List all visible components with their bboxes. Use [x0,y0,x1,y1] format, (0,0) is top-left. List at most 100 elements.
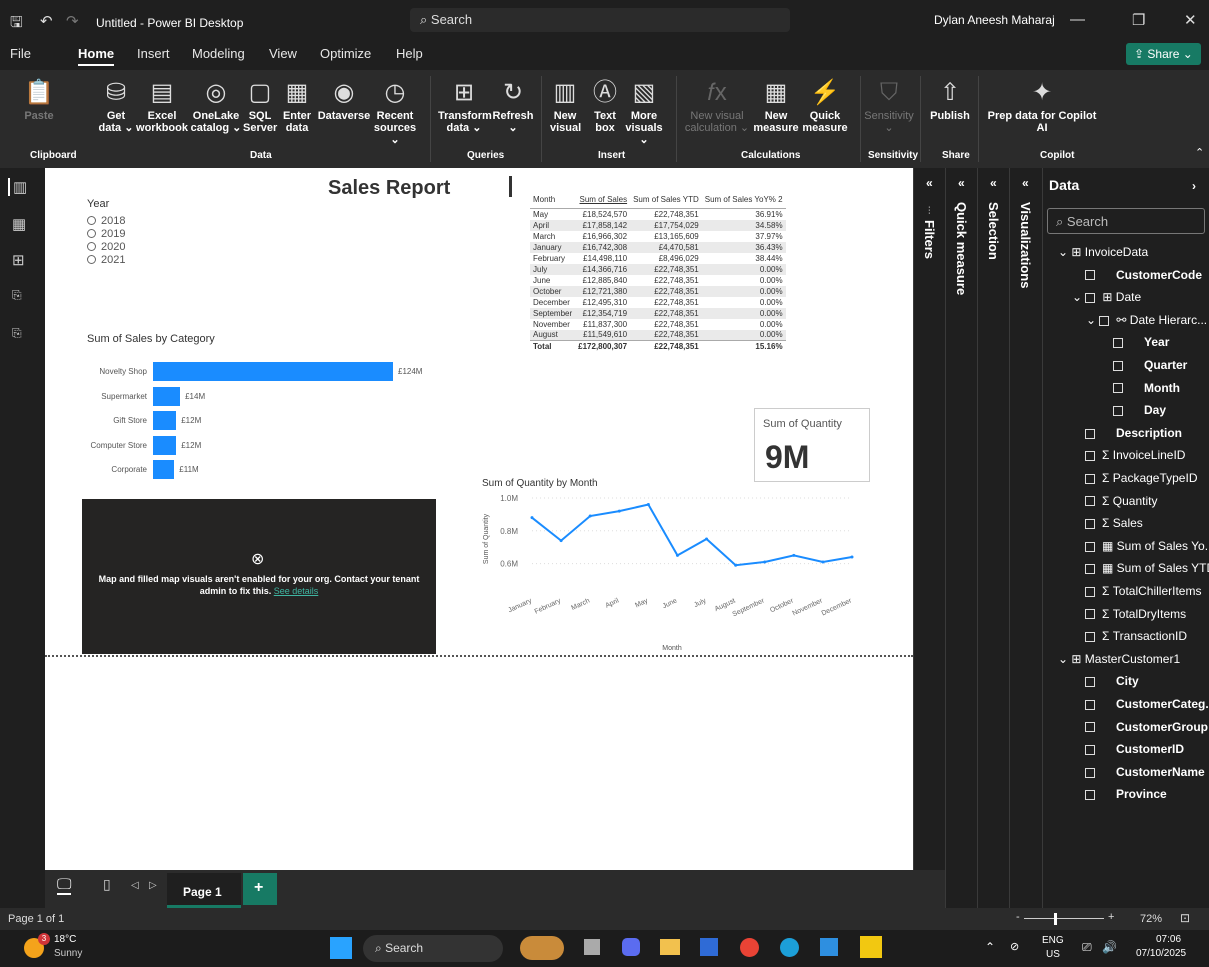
undo-icon[interactable]: ↶ [40,12,53,30]
report-view-icon[interactable]: ▥ [8,178,27,196]
visualizations-pane[interactable]: « Visualizations [1009,168,1042,908]
quick-measure-button[interactable]: ⚡ Quick measure [802,76,848,134]
table-row[interactable]: January £16,742,308 £4,470,581 36.43% [530,241,786,253]
chevron-left-icon[interactable]: « [990,176,997,190]
chevron-right-icon[interactable]: › [1192,179,1196,193]
field-item[interactable]: Σ TotalDryItems [1085,607,1186,621]
table-row[interactable]: September £12,354,719 £22,748,351 0.00% [530,307,786,319]
next-page-icon[interactable]: ▷ [149,880,157,891]
paste-button[interactable]: 📋 Paste [22,76,56,122]
sales-matrix-table[interactable]: Month Sum of Sales Sum of Sales YTD Sum … [530,192,786,352]
chevron-down-icon[interactable]: ⌄ [1086,313,1099,327]
sum-of-quantity-card[interactable]: Sum of Quantity 9M [754,408,870,482]
user-name[interactable]: Dylan Aneesh Maharaj [934,13,1055,27]
data-point[interactable] [705,537,709,541]
selection-pane[interactable]: « Selection [977,168,1009,908]
zoom-slider-thumb[interactable] [1054,913,1057,925]
power-bi-icon[interactable] [860,936,882,958]
quick-measure-label[interactable]: Quick measure [954,202,969,295]
bar[interactable] [153,362,393,381]
sensitivity-button[interactable]: ⛉ Sensitivity ⌄ [864,76,914,134]
field-checkbox[interactable] [1113,406,1123,417]
new-visual-calculation-button[interactable]: 𝑓x New visual calculation ⌄ [684,76,750,134]
zoom-in-icon[interactable]: + [1108,911,1114,923]
close-icon[interactable]: ✕ [1184,11,1197,29]
field-item[interactable]: CustomerName [1085,765,1205,779]
field-item[interactable]: ⌄ ⊞ InvoiceData [1058,245,1148,259]
bar[interactable] [153,386,181,406]
tray-chevron-icon[interactable]: ⌃ [985,940,995,954]
minimize-icon[interactable]: — [1070,11,1085,28]
field-checkbox[interactable] [1085,745,1095,756]
field-item[interactable]: Day [1113,403,1166,417]
field-checkbox[interactable] [1113,360,1123,371]
data-point[interactable] [763,560,767,564]
slicer-option-2021[interactable]: 2021 [87,254,125,266]
field-checkbox[interactable] [1113,383,1123,394]
data-point[interactable] [850,555,854,559]
prev-page-icon[interactable]: ◁ [131,880,139,891]
more-visuals-button[interactable]: ▧ More visuals ⌄ [622,76,666,146]
selection-label[interactable]: Selection [986,202,1001,260]
field-checkbox[interactable] [1085,677,1095,688]
map-visual-error[interactable]: ⊗ Map and filled map visuals aren't enab… [82,499,436,654]
visualizations-label[interactable]: Visualizations [1018,202,1033,288]
table-row[interactable]: May £18,524,570 £22,748,351 36.91% [530,209,786,220]
field-checkbox[interactable] [1085,632,1095,643]
chevron-down-icon[interactable]: ⌄ [1072,290,1085,304]
data-point[interactable] [821,560,825,564]
model-view-icon[interactable]: ⊞ [12,251,25,269]
field-checkbox[interactable] [1085,496,1095,507]
get-data-button[interactable]: ⛁ Get data ⌄ [98,76,134,134]
file-explorer-icon[interactable] [660,939,680,955]
data-point[interactable] [588,514,592,518]
menu-modeling[interactable]: Modeling [192,46,245,61]
field-item[interactable]: Month [1113,381,1180,395]
field-checkbox[interactable] [1085,564,1095,575]
field-item[interactable]: ⌄ ⊞ Date [1072,290,1141,304]
clock-date[interactable]: 07/10/2025 [1136,948,1186,959]
field-checkbox[interactable] [1085,541,1095,552]
field-item[interactable]: Σ Quantity [1085,494,1157,508]
taskbar-search[interactable]: ⌕ Search [363,935,503,962]
refresh-button[interactable]: ↻ Refresh ⌄ [490,76,536,134]
menu-insert[interactable]: Insert [137,46,170,61]
sql-server-button[interactable]: ▢ SQL Server [243,76,277,134]
slicer-option-2018[interactable]: 2018 [87,215,125,227]
volume-icon[interactable]: 🔊 [1102,940,1117,954]
edge-icon[interactable] [780,938,799,957]
col-sales-ytd[interactable]: Sum of Sales YTD [630,192,702,209]
series-line[interactable] [531,503,853,567]
table-row[interactable]: November £11,837,300 £22,748,351 0.00% [530,319,786,330]
enter-data-button[interactable]: ▦ Enter data [280,76,314,134]
onelake-catalog-button[interactable]: ◎ OneLake catalog ⌄ [190,76,242,134]
bar[interactable] [153,411,177,430]
menu-file[interactable]: File [10,46,31,61]
news-widget-icon[interactable] [520,936,564,960]
copilot-app-icon[interactable] [622,938,640,956]
dataverse-button[interactable]: ◉ Dataverse [316,76,372,122]
field-checkbox[interactable] [1085,428,1095,439]
clock-time[interactable]: 07:06 [1156,934,1181,945]
field-checkbox[interactable] [1085,586,1095,597]
field-item[interactable]: CustomerID [1085,742,1184,756]
field-checkbox[interactable] [1085,473,1095,484]
publish-button[interactable]: ⇧ Publish [930,76,970,122]
col-sales-yoy[interactable]: Sum of Sales YoY% 2 [701,192,786,209]
chevron-left-icon[interactable]: « [958,176,965,190]
col-sum-of-sales[interactable]: Sum of Sales [575,192,631,209]
store-icon[interactable] [700,938,718,956]
report-title[interactable]: Sales Report [328,177,450,200]
top-search-box[interactable]: ⌕ Search [410,8,790,32]
field-item[interactable]: Description [1085,426,1182,440]
field-item[interactable]: Σ InvoiceLineID [1085,448,1185,462]
page-tab-1[interactable]: Page 1 [167,873,241,908]
table-view-icon[interactable]: ▦ [12,215,26,233]
field-item[interactable]: Σ PackageTypeID [1085,471,1197,485]
vscode-icon[interactable] [820,938,838,956]
slicer-option-2020[interactable]: 2020 [87,241,125,253]
see-details-link[interactable]: See details [274,586,319,596]
field-item[interactable]: ▦ Sum of Sales YTD [1085,561,1209,575]
desktop-layout-icon[interactable]: 🖵 [57,876,72,895]
new-measure-button[interactable]: ▦ New measure [752,76,800,134]
